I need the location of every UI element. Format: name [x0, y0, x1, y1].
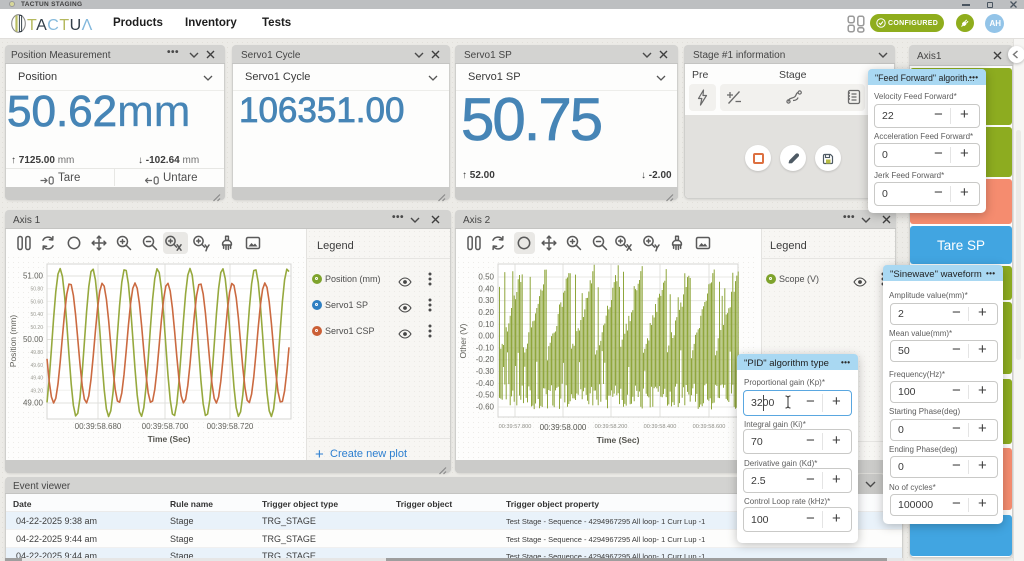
svg-text:0.10: 0.10: [478, 320, 494, 329]
svg-text:50.20: 50.20: [30, 325, 43, 331]
svg-text:00:39:58.680: 00:39:58.680: [75, 422, 122, 431]
svg-text:Other (V): Other (V): [458, 323, 468, 358]
svg-text:50.80: 50.80: [30, 287, 43, 293]
svg-text:50.00: 50.00: [23, 335, 44, 344]
svg-text:00:39:58.700: 00:39:58.700: [142, 422, 189, 431]
svg-text:49.80: 49.80: [30, 350, 43, 356]
svg-text:Position (mm): Position (mm): [8, 315, 18, 368]
svg-text:00:39:58.400: 00:39:58.400: [644, 424, 677, 430]
svg-text:00:39:58.600: 00:39:58.600: [693, 424, 726, 430]
svg-text:0.50: 0.50: [478, 273, 494, 282]
svg-text:00:39:58.000: 00:39:58.000: [540, 423, 587, 432]
svg-text:-0.10: -0.10: [476, 343, 495, 352]
svg-text:0.20: 0.20: [478, 308, 494, 317]
svg-text:00:39:58.720: 00:39:58.720: [207, 422, 254, 431]
svg-text:49.60: 49.60: [30, 363, 43, 369]
svg-text:49.20: 49.20: [30, 388, 43, 394]
svg-text:-0.60: -0.60: [476, 403, 495, 412]
svg-text:-0.30: -0.30: [476, 367, 495, 376]
svg-text:49.40: 49.40: [30, 376, 43, 382]
svg-text:00:39:57.800: 00:39:57.800: [499, 424, 532, 430]
svg-text:Time (Sec): Time (Sec): [148, 434, 191, 444]
svg-text:-0.40: -0.40: [476, 379, 495, 388]
svg-text:00:39:58.200: 00:39:58.200: [595, 424, 628, 430]
svg-text:49.00: 49.00: [23, 399, 44, 408]
svg-text:-0.20: -0.20: [476, 355, 495, 364]
svg-text:50.60: 50.60: [30, 299, 43, 305]
svg-text:51.00: 51.00: [23, 272, 44, 281]
svg-text:0.00: 0.00: [478, 332, 494, 341]
svg-text:Time (Sec): Time (Sec): [597, 435, 640, 445]
svg-text:-0.50: -0.50: [476, 391, 495, 400]
svg-text:0.30: 0.30: [478, 296, 494, 305]
svg-text:50.40: 50.40: [30, 312, 43, 318]
svg-text:0.40: 0.40: [478, 284, 494, 293]
